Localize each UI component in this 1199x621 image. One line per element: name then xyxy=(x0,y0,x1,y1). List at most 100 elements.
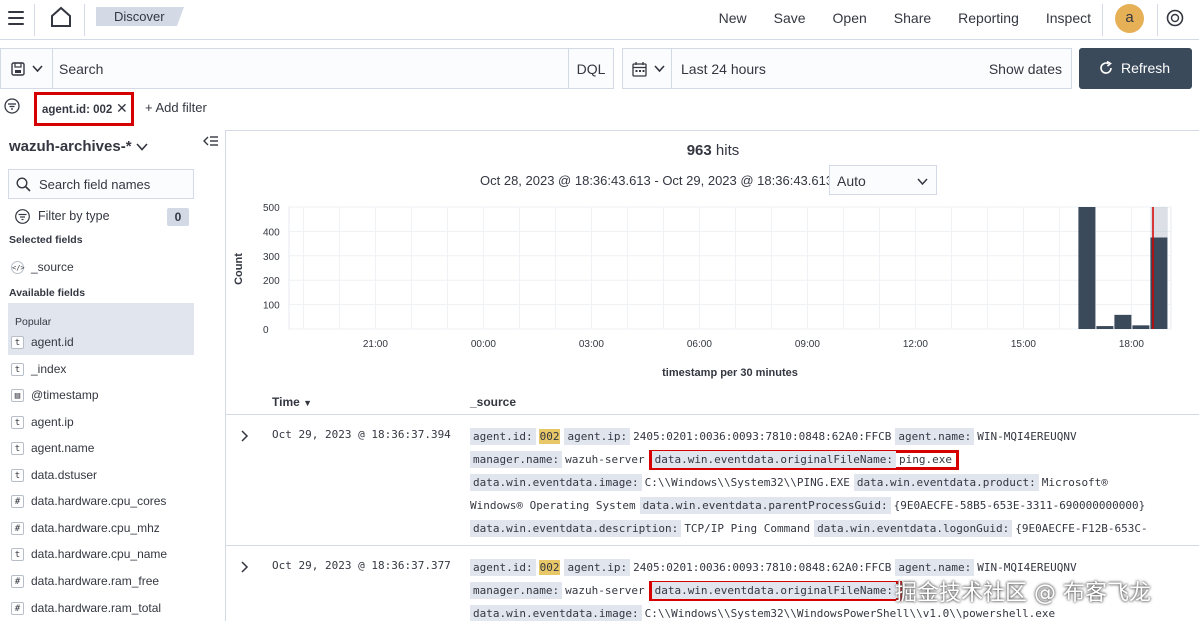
field-item-ram-free[interactable]: # data.hardware.ram_free xyxy=(11,573,201,591)
query-bar: DQL Last 24 hours Show dates Refresh xyxy=(0,48,1199,90)
save-link[interactable]: Save xyxy=(774,10,806,26)
collapse-sidebar-icon[interactable] xyxy=(203,134,219,148)
field-key: data.win.eventdata.product: xyxy=(853,474,1039,491)
date-range-picker[interactable]: Last 24 hours Show dates xyxy=(671,48,1072,89)
histogram-chart[interactable]: 0 100 200 300 400 500 21:00 00:00 03:00 06:00 09:… xyxy=(226,197,1199,385)
breadcrumb-discover[interactable]: Discover xyxy=(96,7,184,26)
home-icon[interactable] xyxy=(50,6,72,28)
field-name: data.hardware.cpu_cores xyxy=(31,494,167,508)
user-avatar[interactable]: a xyxy=(1115,4,1144,33)
interval-select[interactable]: Auto xyxy=(829,165,937,195)
field-item-timestamp[interactable]: ▤ @timestamp xyxy=(11,387,201,405)
field-key: manager.name: xyxy=(470,582,563,599)
field-value: WIN-MQI4EREUQNV xyxy=(977,561,1077,574)
field-value: {9E0AECFE-F12B-653C- xyxy=(1015,522,1148,535)
filter-by-type-label: Filter by type xyxy=(38,209,110,223)
sort-desc-icon[interactable]: ▼ xyxy=(303,398,312,408)
field-item-agent-id[interactable]: t agent.id xyxy=(11,334,201,352)
number-type-icon: # xyxy=(11,575,24,588)
chevron-down-icon xyxy=(32,65,43,73)
expand-row-icon[interactable] xyxy=(240,430,249,442)
time-range-label: Last 24 hours xyxy=(681,61,766,77)
y-tick-label: 0 xyxy=(263,325,269,336)
source-line: manager.name: wazuh-server data.win.eventd… xyxy=(470,448,1182,471)
string-type-icon: t xyxy=(11,363,24,376)
field-key: data.win.eventdata.originalFileName: xyxy=(651,582,896,599)
field-item-cpu-name[interactable]: t data.hardware.cpu_name xyxy=(11,546,201,564)
string-type-icon: t xyxy=(11,336,24,349)
interval-value: Auto xyxy=(837,173,866,189)
highlight-box: data.win.eventdata.originalFileName: ping… xyxy=(648,450,959,470)
field-item-dstuser[interactable]: t data.dstuser xyxy=(11,467,201,485)
y-tick-label: 300 xyxy=(263,252,280,263)
histogram-date-range: Oct 28, 2023 @ 18:36:43.613 - Oct 29, 20… xyxy=(480,173,834,188)
refresh-button[interactable]: Refresh xyxy=(1079,48,1192,89)
field-item-index[interactable]: t _index xyxy=(11,361,201,379)
inspect-link[interactable]: Inspect xyxy=(1046,10,1091,26)
query-language-button[interactable]: DQL xyxy=(568,48,614,89)
date-type-icon: ▤ xyxy=(11,389,24,402)
field-value: Microsoft® xyxy=(1041,476,1108,489)
add-filter-button[interactable]: + Add filter xyxy=(145,100,207,115)
field-value: C:\\Windows\\System32\\WindowsPowerShell… xyxy=(644,607,1056,620)
string-type-icon: t xyxy=(11,548,24,561)
source-line: Windows® Operating System data.win.eventd… xyxy=(470,494,1182,517)
source-line: data.win.eventdata.image: C:\\Windows\\Sy… xyxy=(470,471,1182,494)
reporting-link[interactable]: Reporting xyxy=(958,10,1019,26)
search-icon xyxy=(16,177,31,192)
divider xyxy=(1157,4,1158,36)
field-value: C:\\Windows\\System32\\PING.EXE xyxy=(644,476,850,489)
field-item-cpu-mhz[interactable]: # data.hardware.cpu_mhz xyxy=(11,520,201,538)
string-type-icon: t xyxy=(11,416,24,429)
new-link[interactable]: New xyxy=(719,10,747,26)
column-time[interactable]: Time ▼ xyxy=(272,395,312,409)
column-time-label: Time xyxy=(272,395,300,409)
share-link[interactable]: Share xyxy=(894,10,931,26)
x-tick-label: 06:00 xyxy=(687,339,712,350)
divider xyxy=(84,4,85,36)
source-type-icon: </> xyxy=(11,261,25,274)
date-quick-menu-button[interactable] xyxy=(622,48,672,89)
x-tick-label: 15:00 xyxy=(1011,339,1036,350)
field-value: Windows® Operating System xyxy=(470,499,636,512)
show-dates-link[interactable]: Show dates xyxy=(989,61,1062,77)
field-item-cpu-cores[interactable]: # data.hardware.cpu_cores xyxy=(11,493,201,511)
field-search-input[interactable] xyxy=(39,177,189,192)
field-value: 2405:0201:0036:0093:7810:0848:62A0:FFCB xyxy=(633,561,892,574)
help-icon[interactable] xyxy=(1166,9,1184,27)
filter-pill-agent-id[interactable]: agent.id: 002 ✕ xyxy=(34,92,134,126)
x-tick-label: 18:00 xyxy=(1119,339,1144,350)
filter-pill-label: agent.id: 002 xyxy=(42,104,113,116)
histogram-bar xyxy=(1132,325,1150,329)
table-row: Oct 29, 2023 @ 18:36:37.394 agent.id: 002… xyxy=(226,414,1199,545)
hamburger-menu-icon[interactable] xyxy=(8,11,24,25)
string-type-icon: t xyxy=(11,469,24,482)
field-key: agent.name: xyxy=(895,559,975,576)
row-timestamp: Oct 29, 2023 @ 18:36:37.377 xyxy=(272,559,451,572)
index-pattern-selector[interactable]: wazuh-archives-* xyxy=(9,138,132,155)
field-item-agent-name[interactable]: t agent.name xyxy=(11,440,201,458)
expand-row-icon[interactable] xyxy=(240,561,249,573)
field-item-agent-ip[interactable]: t agent.ip xyxy=(11,414,201,432)
field-value: wazuh-server xyxy=(565,584,645,597)
close-icon[interactable]: ✕ xyxy=(116,99,128,117)
field-key: agent.id: xyxy=(470,428,536,445)
source-line: data.win.eventdata.description: TCP/IP Pi… xyxy=(470,517,1182,540)
field-key: agent.id: xyxy=(470,559,536,576)
refresh-label: Refresh xyxy=(1121,60,1171,76)
histogram-bar xyxy=(1096,326,1114,329)
saved-query-menu[interactable] xyxy=(0,48,52,89)
chevron-down-icon xyxy=(654,65,665,73)
y-tick-label: 200 xyxy=(263,276,280,287)
number-type-icon: # xyxy=(11,602,24,615)
field-name: _index xyxy=(31,362,67,376)
field-item-ram-total[interactable]: # data.hardware.ram_total xyxy=(11,600,201,618)
field-sidebar: wazuh-archives-* Filter by type 0 Select… xyxy=(0,128,222,621)
open-link[interactable]: Open xyxy=(833,10,867,26)
chevron-down-icon[interactable] xyxy=(135,140,149,154)
field-item-source[interactable]: </> _source xyxy=(11,259,201,277)
filter-options-icon[interactable] xyxy=(4,98,20,114)
search-input[interactable] xyxy=(59,61,559,77)
search-box xyxy=(52,48,569,89)
filter-by-type-button[interactable]: Filter by type 0 xyxy=(15,208,190,228)
